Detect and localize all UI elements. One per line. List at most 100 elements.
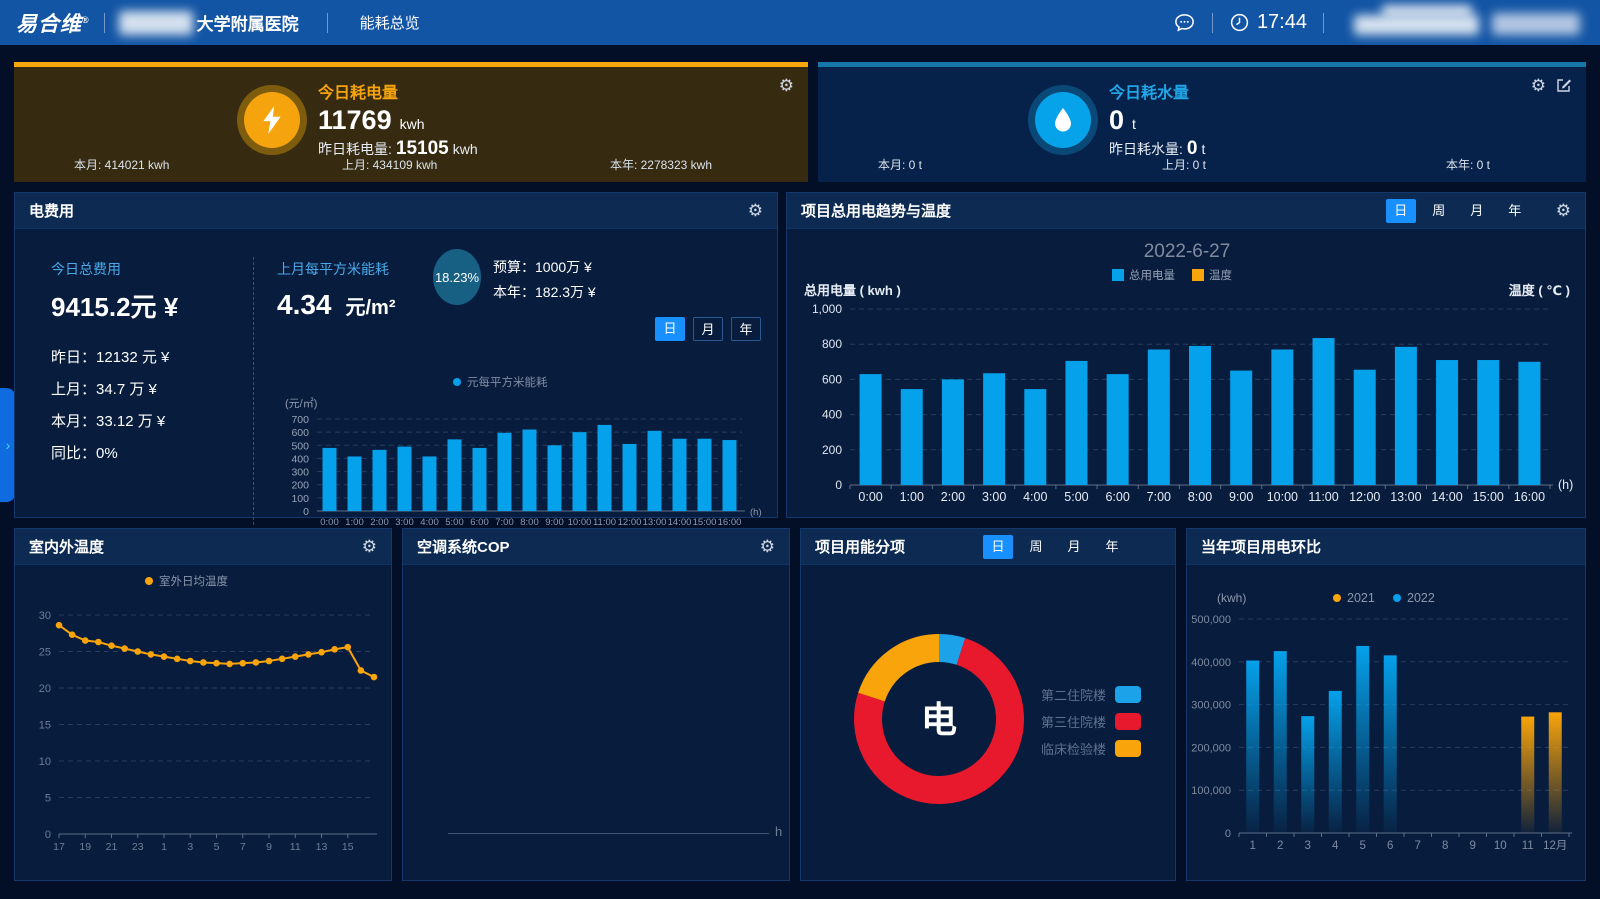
svg-text:11: 11: [1522, 840, 1534, 852]
card-electric-stats: 本月: 414021 kwh 上月: 434109 kwh 本年: 227832…: [14, 156, 808, 173]
card-today-water[interactable]: ⚙ 今日耗水量 0t 昨日耗水量:0t 本月: 0 t 上月: 0 t 本年: …: [818, 62, 1586, 182]
nav-divider: [327, 13, 328, 33]
svg-text:2:00: 2:00: [941, 490, 965, 504]
svg-text:400: 400: [291, 453, 309, 465]
tab-year[interactable]: 年: [1500, 199, 1530, 223]
panel-header: 项目用能分项 日 周 月 年: [801, 529, 1175, 565]
svg-text:3:00: 3:00: [395, 517, 414, 528]
tab-year[interactable]: 年: [1097, 535, 1127, 559]
nav-divider: [1212, 13, 1213, 33]
svg-text:5: 5: [214, 841, 220, 853]
message-icon[interactable]: [1173, 11, 1196, 34]
svg-text:13: 13: [316, 841, 328, 853]
svg-text:0: 0: [835, 478, 842, 492]
svg-text:6:00: 6:00: [470, 517, 489, 528]
svg-text:15: 15: [342, 841, 354, 853]
card-value: 11769kwh: [318, 105, 578, 136]
svg-text:3: 3: [1305, 840, 1311, 852]
svg-text:总用电量: 总用电量: [1129, 268, 1175, 282]
cost-today-block: 今日总费用 9415.2元 ¥ 昨日：12132 元 ¥ 上月：34.7 万 ¥…: [51, 259, 178, 463]
card-today-electricity[interactable]: ⚙ 今日耗电量 11769kwh 昨日耗电量:15105kwh 本月: 4140…: [14, 62, 808, 182]
gear-icon[interactable]: ⚙: [748, 202, 763, 219]
tab-week[interactable]: 周: [1424, 199, 1454, 223]
tab-day[interactable]: 日: [655, 317, 685, 341]
svg-text:600: 600: [822, 372, 842, 386]
svg-text:4:00: 4:00: [1023, 490, 1047, 504]
gear-icon[interactable]: ⚙: [760, 538, 775, 555]
hospital-name-text: 大学附属医院: [197, 10, 299, 35]
card-water-texts: 今日耗水量 0t 昨日耗水量:0t: [1109, 79, 1369, 160]
svg-text:100: 100: [291, 493, 309, 505]
panel-ac-cop: 空调系统COP ⚙ h: [402, 528, 790, 881]
legend-item[interactable]: 临床检验楼: [1023, 739, 1141, 758]
cop-x-unit: h: [775, 824, 782, 839]
svg-text:15:00: 15:00: [1473, 490, 1504, 504]
tab-month[interactable]: 月: [693, 317, 723, 341]
svg-text:23: 23: [132, 841, 144, 853]
breakdown-period-tabs: 日 周 月 年: [983, 535, 1127, 559]
breakdown-panel-content: 电 第二住院楼 第三住院楼 临床检验楼: [801, 565, 1175, 880]
gear-icon[interactable]: ⚙: [362, 538, 377, 555]
stat-last-month: 上月: 0 t: [1162, 156, 1206, 173]
top-navbar: 易合维® 大学附属医院 能耗总览 17:44: [0, 0, 1600, 45]
gear-icon[interactable]: ⚙: [1556, 202, 1571, 219]
svg-text:7: 7: [240, 841, 246, 853]
chevron-right-icon: ›: [6, 437, 11, 453]
svg-text:100,000: 100,000: [1191, 785, 1231, 797]
cost-row: 同比：0%: [51, 442, 178, 463]
menu-item-energy-overview[interactable]: 能耗总览: [360, 12, 420, 33]
svg-text:3: 3: [187, 841, 193, 853]
svg-text:总用电量 ( kwh ): 总用电量 ( kwh ): [804, 283, 901, 298]
svg-text:9: 9: [1470, 840, 1476, 852]
svg-text:元每平方米能耗: 元每平方米能耗: [467, 375, 548, 389]
panel-electricity-cost: 电费用 ⚙ 今日总费用 9415.2元 ¥ 昨日：12132 元 ¥ 上月：34…: [14, 192, 778, 518]
hospital-name: 大学附属医院: [119, 10, 299, 35]
tab-day[interactable]: 日: [983, 535, 1013, 559]
blurred-hospital-prefix: [119, 11, 193, 35]
card-title: 今日耗电量: [318, 79, 578, 103]
svg-text:20: 20: [39, 683, 51, 695]
cop-x-axis: [448, 833, 769, 834]
svg-text:3:00: 3:00: [982, 490, 1006, 504]
svg-text:12:00: 12:00: [618, 517, 642, 528]
card-electric-main: 今日耗电量 11769kwh 昨日耗电量:15105kwh: [14, 79, 808, 160]
svg-text:2022: 2022: [1407, 591, 1435, 605]
tab-month[interactable]: 月: [1059, 535, 1089, 559]
svg-text:13:00: 13:00: [1390, 490, 1421, 504]
svg-text:300,000: 300,000: [1191, 700, 1231, 712]
panel-title: 当年项目用电环比: [1201, 536, 1321, 557]
card-water-stats: 本月: 0 t 上月: 0 t 本年: 0 t: [818, 156, 1586, 173]
svg-text:9:00: 9:00: [545, 517, 564, 528]
svg-text:0:00: 0:00: [320, 517, 339, 528]
budget-line: 预算：1000万 ¥: [493, 255, 596, 280]
svg-text:0: 0: [303, 506, 309, 518]
svg-text:10: 10: [39, 756, 51, 768]
svg-text:11:00: 11:00: [1308, 490, 1338, 504]
tab-day[interactable]: 日: [1386, 199, 1416, 223]
today-cost-label: 今日总费用: [51, 259, 178, 279]
power-trend-chart: 2022-6-27总用电量温度总用电量 ( kwh )温度 ( ℃ )02004…: [792, 233, 1582, 523]
svg-text:5: 5: [45, 793, 51, 805]
tab-year[interactable]: 年: [731, 317, 761, 341]
trend-panel-content: 2022-6-27总用电量温度总用电量 ( kwh )温度 ( ℃ )02004…: [787, 229, 1585, 517]
nav-divider: [1323, 13, 1324, 33]
stat-month: 本月: 414021 kwh: [74, 156, 169, 173]
legend-item[interactable]: 第二住院楼: [1023, 685, 1141, 704]
panel-header: 空调系统COP ⚙: [403, 529, 789, 565]
svg-text:30: 30: [39, 610, 51, 622]
svg-text:1:00: 1:00: [900, 490, 924, 504]
svg-text:4:00: 4:00: [420, 517, 439, 528]
blurred-text: [1492, 13, 1580, 35]
budget-block: 预算：1000万 ¥ 本年：182.3万 ¥: [493, 255, 596, 305]
stat-month: 本月: 0 t: [878, 156, 922, 173]
tab-month[interactable]: 月: [1462, 199, 1492, 223]
cost-history-rows: 昨日：12132 元 ¥ 上月：34.7 万 ¥ 本月：33.12 万 ¥ 同比…: [51, 346, 178, 463]
svg-text:(h): (h): [750, 507, 762, 518]
svg-text:500: 500: [291, 440, 309, 452]
yearly-comparison-chart: (kwh)202120220100,000200,000300,000400,0…: [1187, 565, 1587, 887]
tab-week[interactable]: 周: [1021, 535, 1051, 559]
trend-period-tabs: 日 周 月 年: [1386, 199, 1530, 223]
svg-text:1: 1: [1250, 840, 1256, 852]
cost-row: 本月：33.12 万 ¥: [51, 410, 178, 431]
legend-item[interactable]: 第三住院楼: [1023, 712, 1141, 731]
